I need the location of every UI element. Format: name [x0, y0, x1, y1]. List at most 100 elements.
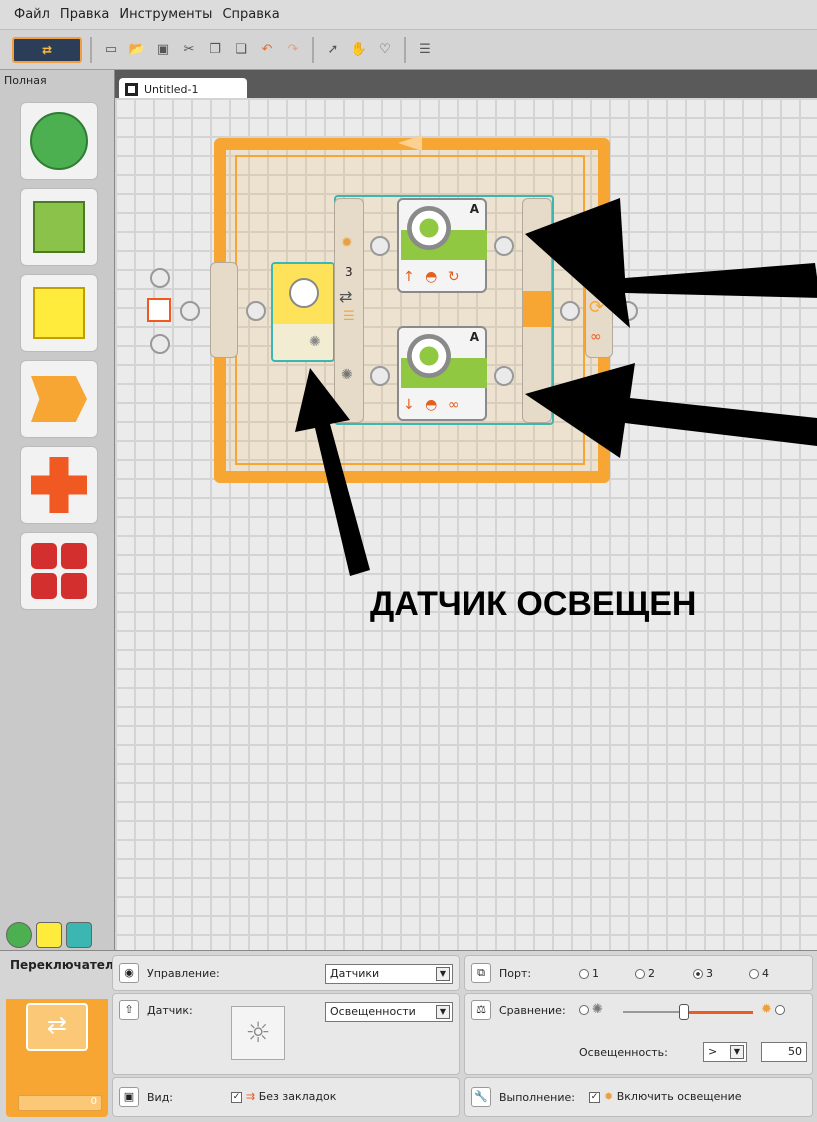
custom-palette-icon[interactable]: ☰ [414, 39, 436, 61]
view-option[interactable]: ✓ ⇉ Без закладок [231, 1090, 336, 1103]
sensor-label: Датчик: [147, 1004, 193, 1017]
control-label: Управление: [147, 967, 220, 980]
paste-icon[interactable]: ❏ [230, 39, 252, 61]
menu-file[interactable]: Файл [12, 7, 52, 22]
complete-palette-tab-icon[interactable] [36, 922, 62, 948]
common-blocks-button[interactable] [20, 102, 98, 180]
wrench-icon: 🔧 [471, 1087, 491, 1107]
compare-radio-bright[interactable] [774, 1004, 785, 1015]
port-label: Порт: [499, 967, 532, 980]
port-radio-2[interactable] [635, 969, 645, 979]
compare-dark-option[interactable]: ✺ [579, 1002, 603, 1017]
port-radio-3[interactable] [693, 969, 703, 979]
palette-title: Полная [4, 74, 47, 87]
program-icon [125, 82, 138, 96]
control-dropdown[interactable]: Датчики ▼ [325, 964, 453, 984]
sensor-value: Освещенности [330, 1005, 416, 1018]
sensor-dropdown[interactable]: Освещенности ▼ [325, 1002, 453, 1022]
view-checkbox[interactable]: ✓ [231, 1091, 242, 1103]
view-row: ▣ Вид: ✓ ⇉ Без закладок [112, 1077, 460, 1117]
switch-block-icon: ⇄ [26, 1003, 88, 1051]
light-label: Освещенность: [579, 1046, 668, 1059]
compare-label: Сравнение: [499, 1004, 566, 1017]
advanced-blocks-button[interactable] [20, 532, 98, 610]
compare-slider[interactable] [623, 1004, 753, 1020]
compare-row: ⚖ Сравнение: ✺ ✹ Освещенность: > ▼ 50 [464, 993, 813, 1075]
sensor-type-icon: ⇧ [119, 1000, 139, 1020]
compare-scale-icon: ⚖ [471, 1000, 491, 1020]
port-option-4[interactable]: 4 [749, 967, 769, 980]
save-icon[interactable]: ▣ [152, 39, 174, 61]
port-option-3[interactable]: 3 [693, 967, 713, 980]
run-label: Выполнение: [499, 1091, 575, 1104]
chevron-down-icon[interactable]: ▼ [436, 1005, 450, 1019]
port-option-2[interactable]: 2 [635, 967, 655, 980]
menu-bar: Файл Правка Инструменты Справка [0, 0, 817, 30]
action-blocks-button[interactable] [20, 188, 98, 266]
view-value: Без закладок [258, 1090, 337, 1103]
view-icon: ▣ [119, 1087, 139, 1107]
plus-cross-icon [31, 457, 87, 513]
custom-palette-tab-icon[interactable] [66, 922, 92, 948]
pointer-icon[interactable]: ➚ [322, 39, 344, 61]
view-label: Вид: [147, 1091, 174, 1104]
flow-blocks-button[interactable] [20, 360, 98, 438]
light-value-input[interactable]: 50 [761, 1042, 807, 1062]
toolbar: ⇄ ▭ 📂 ▣ ✂ ❐ ❏ ↶ ↷ ➚ ✋ ♡ ☰ [0, 30, 817, 70]
port-option-1[interactable]: 1 [579, 967, 599, 980]
block-summary: Переключатель ⇄ 0 [6, 955, 121, 1117]
run-option[interactable]: ✓ ✹ Включить освещение [589, 1090, 742, 1103]
copy-icon[interactable]: ❐ [204, 39, 226, 61]
compare-radio-dark[interactable] [579, 1004, 589, 1015]
data-blocks-button[interactable] [20, 446, 98, 524]
light-value: 50 [788, 1045, 802, 1058]
menu-edit[interactable]: Правка [58, 7, 111, 22]
toolbar-divider [90, 36, 92, 63]
comment-icon[interactable]: ♡ [374, 39, 396, 61]
green-circle-icon [30, 112, 88, 170]
bright-lamp-icon: ✹ [761, 1002, 772, 1017]
compare-bright-option[interactable]: ✹ [761, 1002, 788, 1017]
properties-panel: Переключатель ⇄ 0 ◉ Управление: Датчики … [0, 950, 817, 1122]
open-folder-icon[interactable]: 📂 [126, 39, 148, 61]
port-radio-4[interactable] [749, 969, 759, 979]
compare-operator-dropdown[interactable]: > ▼ [703, 1042, 747, 1062]
run-value: Включить освещение [616, 1090, 742, 1103]
sensor-arrow-icon [33, 287, 85, 339]
dark-lamp-icon: ✺ [592, 1002, 603, 1017]
flow-chevron-icon [31, 376, 87, 422]
port-icon: ⧉ [471, 963, 491, 983]
no-tabs-icon: ⇉ [246, 1090, 256, 1103]
toolbar-divider [312, 36, 314, 63]
redo-icon[interactable]: ↷ [282, 39, 304, 61]
toolbar-divider [404, 36, 406, 63]
menu-help[interactable]: Справка [220, 7, 281, 22]
port-radio-1[interactable] [579, 969, 589, 979]
new-file-icon[interactable]: ▭ [100, 39, 122, 61]
download-to-nxt-icon[interactable]: ⇄ [12, 36, 82, 63]
block-name: Переключатель [6, 955, 121, 999]
sensor-row: ⇧ Датчик: ☼ Освещенности ▼ [112, 993, 460, 1075]
control-eye-icon: ◉ [119, 963, 139, 983]
tab-untitled[interactable]: Untitled-1 [119, 78, 247, 100]
slider-thumb[interactable] [679, 1004, 689, 1020]
chevron-down-icon[interactable]: ▼ [436, 967, 450, 981]
common-palette-tab-icon[interactable] [6, 922, 32, 948]
annotation-arrow [525, 198, 817, 328]
menu-tools[interactable]: Инструменты [117, 7, 214, 22]
block-palette: Полная [0, 70, 115, 950]
control-row: ◉ Управление: Датчики ▼ [112, 955, 460, 991]
chevron-down-icon[interactable]: ▼ [730, 1045, 744, 1059]
annotation-arrow [295, 368, 370, 576]
undo-icon[interactable]: ↶ [256, 39, 278, 61]
sensor-blocks-button[interactable] [20, 274, 98, 352]
hand-pan-icon[interactable]: ✋ [348, 39, 370, 61]
tab-title: Untitled-1 [144, 82, 199, 96]
palette-tabs [6, 922, 92, 948]
annotation-label: ДАТЧИК ОСВЕЩЕН [370, 585, 697, 623]
run-checkbox[interactable]: ✓ [589, 1091, 600, 1103]
block-counter: 0 [18, 1095, 102, 1111]
cut-icon[interactable]: ✂ [178, 39, 200, 61]
port-1-label: 1 [592, 967, 599, 980]
lamp-on-icon: ✹ [604, 1090, 614, 1103]
